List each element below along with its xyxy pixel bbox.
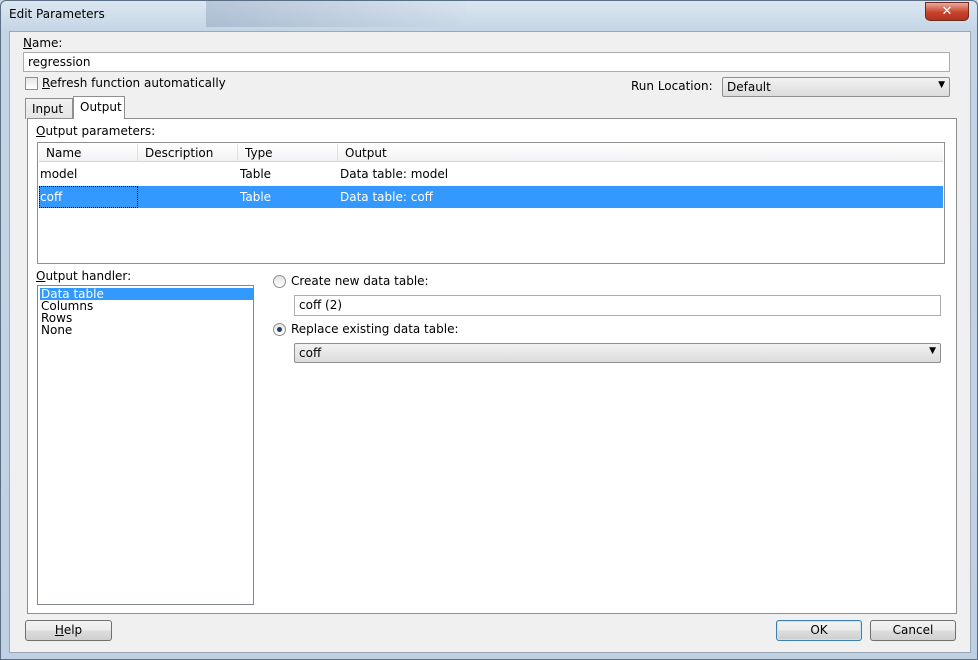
- cell-output: Data table: coff: [340, 190, 433, 204]
- replace-existing-value: coff: [299, 346, 322, 360]
- table-row[interactable]: model Table Data table: model: [39, 163, 943, 185]
- list-item-none[interactable]: None: [40, 324, 253, 336]
- refresh-label[interactable]: Refresh function automatically: [42, 76, 226, 90]
- output-handler-list[interactable]: Data table Columns Rows None: [37, 285, 254, 605]
- dialog-body: Name: regression Refresh function automa…: [9, 31, 971, 653]
- run-location-dropdown[interactable]: Default ▼: [722, 77, 950, 97]
- cell-type: Table: [240, 167, 272, 181]
- close-button[interactable]: ✕: [925, 2, 969, 21]
- radio-selected-dot: [277, 327, 282, 332]
- run-location-value: Default: [727, 80, 771, 94]
- chevron-down-icon: ▼: [938, 80, 945, 90]
- dialog-window: Edit Parameters ✕ Name: regression Refre…: [0, 0, 978, 660]
- close-icon: ✕: [941, 4, 953, 19]
- window-title: Edit Parameters: [9, 7, 105, 21]
- tab-input[interactable]: Input: [25, 98, 73, 119]
- output-parameters-label: Output parameters:: [36, 124, 156, 138]
- replace-existing-label[interactable]: Replace existing data table:: [291, 322, 459, 336]
- output-handler-label: Output handler:: [36, 269, 132, 283]
- background-window-ghost: [206, 1, 466, 27]
- cancel-button[interactable]: Cancel: [870, 620, 956, 641]
- replace-existing-radio[interactable]: [273, 323, 286, 336]
- column-header-output[interactable]: Output: [338, 144, 943, 162]
- cell-name: model: [40, 167, 78, 181]
- run-location-label: Run Location:: [631, 79, 713, 93]
- replace-existing-dropdown[interactable]: coff ▼: [294, 343, 941, 363]
- cell-name: coff: [40, 190, 63, 204]
- ok-button[interactable]: OK: [776, 620, 862, 641]
- tab-output[interactable]: Output: [73, 96, 125, 119]
- create-new-label[interactable]: Create new data table:: [291, 274, 429, 288]
- help-button[interactable]: Help: [25, 620, 112, 641]
- tab-output-label: Output: [80, 100, 122, 114]
- column-header-description[interactable]: Description: [138, 144, 238, 162]
- cell-output: Data table: model: [340, 167, 449, 181]
- name-label: Name:: [23, 36, 63, 50]
- title-bar[interactable]: Edit Parameters ✕: [1, 1, 977, 31]
- tab-input-label: Input: [32, 102, 64, 116]
- refresh-checkbox[interactable]: [25, 77, 38, 90]
- list-header: Name Description Type Output: [39, 144, 943, 162]
- column-header-name[interactable]: Name: [39, 144, 138, 162]
- chevron-down-icon: ▼: [929, 346, 936, 356]
- name-input[interactable]: regression: [23, 52, 950, 72]
- output-parameters-list[interactable]: Name Description Type Output model Table…: [37, 142, 945, 264]
- create-new-radio[interactable]: [273, 275, 286, 288]
- column-header-type[interactable]: Type: [238, 144, 338, 162]
- table-row-selected[interactable]: coff Table Data table: coff: [39, 186, 943, 208]
- create-new-input[interactable]: coff (2): [294, 295, 941, 316]
- cell-type: Table: [240, 190, 272, 204]
